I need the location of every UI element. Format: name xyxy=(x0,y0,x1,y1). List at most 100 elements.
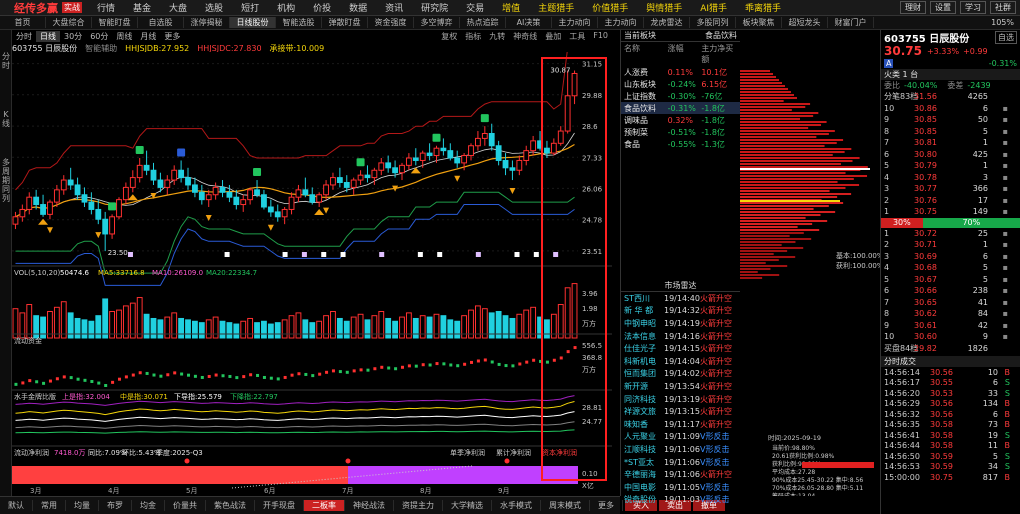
tab-6[interactable]: 智能选股 xyxy=(276,17,322,28)
period-5[interactable]: 月线 xyxy=(136,31,160,42)
tab-16[interactable]: 板块聚焦 xyxy=(736,17,782,28)
period-2[interactable]: 30分 xyxy=(60,31,86,42)
sector-row[interactable]: 预制菜 -0.51% -1.8亿 xyxy=(621,126,740,138)
menu-item-10[interactable]: 交易 xyxy=(457,1,493,14)
kline-chart-area[interactable]: 分时 日线 30分 60分 周线 月线 更多 复权 指标 九转 神奇线 叠加 工具 F10 603755 … xyxy=(12,30,612,496)
tab-14[interactable]: 龙虎雷达 xyxy=(644,17,690,28)
sector-header-left[interactable]: 当前板块 xyxy=(624,30,656,41)
ask-row[interactable]: 10 30.86 6 ▪ xyxy=(881,103,1020,115)
bid-row[interactable]: 4 30.68 5 ▪ xyxy=(881,262,1020,274)
zoom-level[interactable]: 105% xyxy=(991,18,1020,27)
menu-item-6[interactable]: 价投 xyxy=(304,1,340,14)
tab-7[interactable]: 弹散盯盘 xyxy=(322,17,368,28)
tab-8[interactable]: 资金强度 xyxy=(368,17,414,28)
radar-row[interactable]: 人元聚业 19/11:09 V形反击 xyxy=(621,431,740,444)
template-tab-0[interactable]: 默认 xyxy=(0,500,33,511)
sector-row[interactable]: 调味品 0.32% -1.8亿 xyxy=(621,114,740,126)
tab-5[interactable]: 日线股份 xyxy=(230,17,276,28)
radar-row[interactable]: 恒而集团 19/14:02 火箭升空 xyxy=(621,368,740,381)
ask-row[interactable]: 5 30.79 1 ▪ xyxy=(881,160,1020,172)
tab-2[interactable]: 智能盯盘 xyxy=(92,17,138,28)
template-tab-13[interactable]: 周末模式 xyxy=(541,500,590,511)
bid-row[interactable]: 9 30.61 42 ▪ xyxy=(881,320,1020,332)
menu-item-15[interactable]: AI猎手 xyxy=(691,1,736,14)
ask-row[interactable]: 8 30.85 5 ▪ xyxy=(881,126,1020,138)
radar-row[interactable]: 味知香 19/11:17 火箭升空 xyxy=(621,418,740,431)
tool-1[interactable]: 指标 xyxy=(461,31,485,42)
menu-item-12[interactable]: 主题猎手 xyxy=(529,1,583,14)
template-tab-7[interactable]: 开手现盘 xyxy=(255,500,304,511)
tool-4[interactable]: 叠加 xyxy=(541,31,565,42)
period-3[interactable]: 60分 xyxy=(86,31,112,42)
template-tab-2[interactable]: 均量 xyxy=(66,500,99,511)
tab-15[interactable]: 多股同列 xyxy=(690,17,736,28)
radar-row[interactable]: 祥源文旅 19/13:15 火箭升空 xyxy=(621,405,740,418)
template-tab-14[interactable]: 更多 xyxy=(590,500,623,511)
sector-row[interactable]: 食品饮料 -0.31% -1.8亿 xyxy=(621,102,740,114)
level-label[interactable]: 火类 1 台 xyxy=(884,69,918,80)
ask-row[interactable]: 1 30.75 149 ▪ xyxy=(881,206,1020,218)
top-button-1[interactable]: 设置 xyxy=(930,1,956,14)
chart-canvas[interactable]: 31.15 29.88 28.6 27.33 26.06 24.78 23.51 30.87 2… xyxy=(12,52,612,496)
radar-row[interactable]: 仕佳光子 19/14:15 火箭升空 xyxy=(621,342,740,355)
left-strip-multi[interactable]: 多周期同列 xyxy=(0,158,12,203)
ask-row[interactable]: 9 30.85 50 ▪ xyxy=(881,114,1020,126)
radar-row[interactable]: 同济科技 19/13:19 火箭升空 xyxy=(621,393,740,406)
template-tab-3[interactable]: 布罗 xyxy=(99,500,132,511)
sector-row[interactable]: 人涨费 0.11% 10.1亿 xyxy=(621,66,740,78)
top-button-2[interactable]: 学习 xyxy=(960,1,986,14)
tool-6[interactable]: F10 xyxy=(589,31,612,42)
bid-row[interactable]: 3 30.69 6 ▪ xyxy=(881,251,1020,263)
radar-row[interactable]: 江顺科技 19/11:06 V形反击 xyxy=(621,443,740,456)
menu-item-9[interactable]: 研究院 xyxy=(412,1,457,14)
template-tab-5[interactable]: 价量共 xyxy=(165,500,206,511)
template-tab-4[interactable]: 均金 xyxy=(132,500,165,511)
sector-row[interactable]: 食品 -0.55% -1.3亿 xyxy=(621,138,740,150)
menu-item-3[interactable]: 选股 xyxy=(196,1,232,14)
top-button-0[interactable]: 理财 xyxy=(900,1,926,14)
tab-4[interactable]: 涨停揭秘 xyxy=(184,17,230,28)
tab-17[interactable]: 超短龙头 xyxy=(782,17,828,28)
ask-row[interactable]: 2 30.76 17 ▪ xyxy=(881,195,1020,207)
radar-row[interactable]: 科新机电 19/14:04 火箭升空 xyxy=(621,355,740,368)
period-4[interactable]: 周线 xyxy=(112,31,136,42)
template-tab-6[interactable]: 紫色战法 xyxy=(206,500,255,511)
bid-row[interactable]: 8 30.62 84 ▪ xyxy=(881,308,1020,320)
bid-row[interactable]: 1 30.72 25 ▪ xyxy=(881,228,1020,240)
add-selfselect-button[interactable]: 自选 xyxy=(995,30,1017,44)
menu-item-8[interactable]: 资讯 xyxy=(376,1,412,14)
template-tab-9[interactable]: 神经战法 xyxy=(345,500,394,511)
tab-3[interactable]: 自选股 xyxy=(138,17,184,28)
menu-item-16[interactable]: 乖离猎手 xyxy=(736,1,790,14)
tool-3[interactable]: 神奇线 xyxy=(509,31,541,42)
menu-item-0[interactable]: 行情 xyxy=(88,1,124,14)
tab-9[interactable]: 多空博弈 xyxy=(414,17,460,28)
template-tab-11[interactable]: 大学精选 xyxy=(443,500,492,511)
tab-12[interactable]: 主力动向 xyxy=(552,17,598,28)
tab-10[interactable]: 热点追踪 xyxy=(460,17,506,28)
tab-0[interactable]: 首页 xyxy=(0,17,46,28)
bid-row[interactable]: 10 30.60 9 ▪ xyxy=(881,331,1020,343)
radar-row[interactable]: 新开源 19/13:54 火箭升空 xyxy=(621,380,740,393)
radar-row[interactable]: ST西川 19/14:40 火箭升空 xyxy=(621,292,740,305)
sector-row[interactable]: 上证指数 -0.30% -76亿 xyxy=(621,90,740,102)
radar-row[interactable]: 法本信息 19/14:16 火箭升空 xyxy=(621,330,740,343)
menu-item-11[interactable]: 增值 xyxy=(493,1,529,14)
sector-row[interactable]: 山东板块 -0.24% 6.15亿 xyxy=(621,78,740,90)
menu-item-2[interactable]: 大盘 xyxy=(160,1,196,14)
ask-row[interactable]: 4 30.78 3 ▪ xyxy=(881,172,1020,184)
menu-item-4[interactable]: 短打 xyxy=(232,1,268,14)
radar-row[interactable]: 辛德丽海 19/11:06 火箭升空 xyxy=(621,468,740,481)
tab-18[interactable]: 财富门户 xyxy=(828,17,874,28)
period-1[interactable]: 日线 xyxy=(36,30,60,42)
period-6[interactable]: 更多 xyxy=(160,31,184,42)
radar-row[interactable]: 新 华 都 19/14:32 火箭升空 xyxy=(621,305,740,318)
tab-11[interactable]: AI决策 xyxy=(506,17,552,28)
sector-header-right[interactable]: 食品饮料 xyxy=(705,30,737,41)
tool-2[interactable]: 九转 xyxy=(485,31,509,42)
tab-13[interactable]: 主力动向 xyxy=(598,17,644,28)
menu-item-1[interactable]: 基金 xyxy=(124,1,160,14)
menu-item-14[interactable]: 舆情猎手 xyxy=(637,1,691,14)
tool-5[interactable]: 工具 xyxy=(565,31,589,42)
ask-row[interactable]: 7 30.81 1 ▪ xyxy=(881,137,1020,149)
